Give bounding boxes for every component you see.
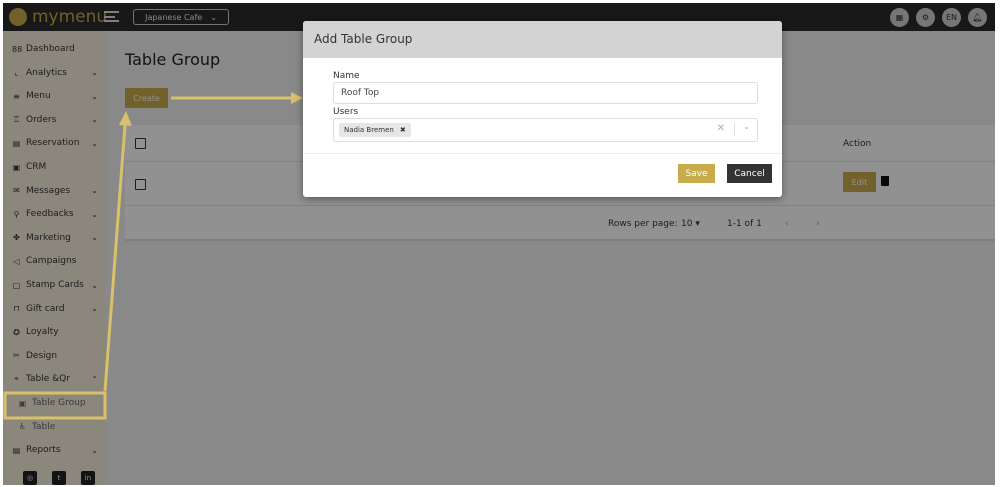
clear-icon[interactable]: ✕: [717, 123, 725, 134]
remove-chip-icon[interactable]: ✖: [400, 126, 406, 134]
cancel-button[interactable]: Cancel: [727, 164, 772, 183]
chevron-down-icon[interactable]: ⌄: [743, 122, 750, 131]
arrowhead: [291, 92, 303, 104]
user-chip-label: Nadia Bremen: [344, 126, 394, 134]
arrowhead: [119, 111, 132, 126]
highlight-box: [3, 391, 107, 420]
user-chip: Nadia Bremen ✖: [339, 123, 411, 137]
name-label: Name: [333, 71, 360, 81]
divider: [303, 153, 782, 154]
save-button[interactable]: Save: [678, 164, 715, 183]
separator: [734, 123, 735, 136]
users-label: Users: [333, 107, 359, 117]
modal-title: Add Table Group: [303, 21, 782, 58]
arrow-line: [103, 124, 127, 392]
name-input[interactable]: Roof Top: [333, 82, 758, 104]
app: mymenu Japanese Cafe ⌄ ▦ ⚙ EN 🔔︎ 88 Dashbo…: [3, 3, 995, 485]
add-table-group-modal: Add Table Group Name Roof Top Users Nadi…: [303, 21, 782, 197]
users-select[interactable]: Nadia Bremen ✖ ✕ ⌄: [333, 118, 758, 142]
